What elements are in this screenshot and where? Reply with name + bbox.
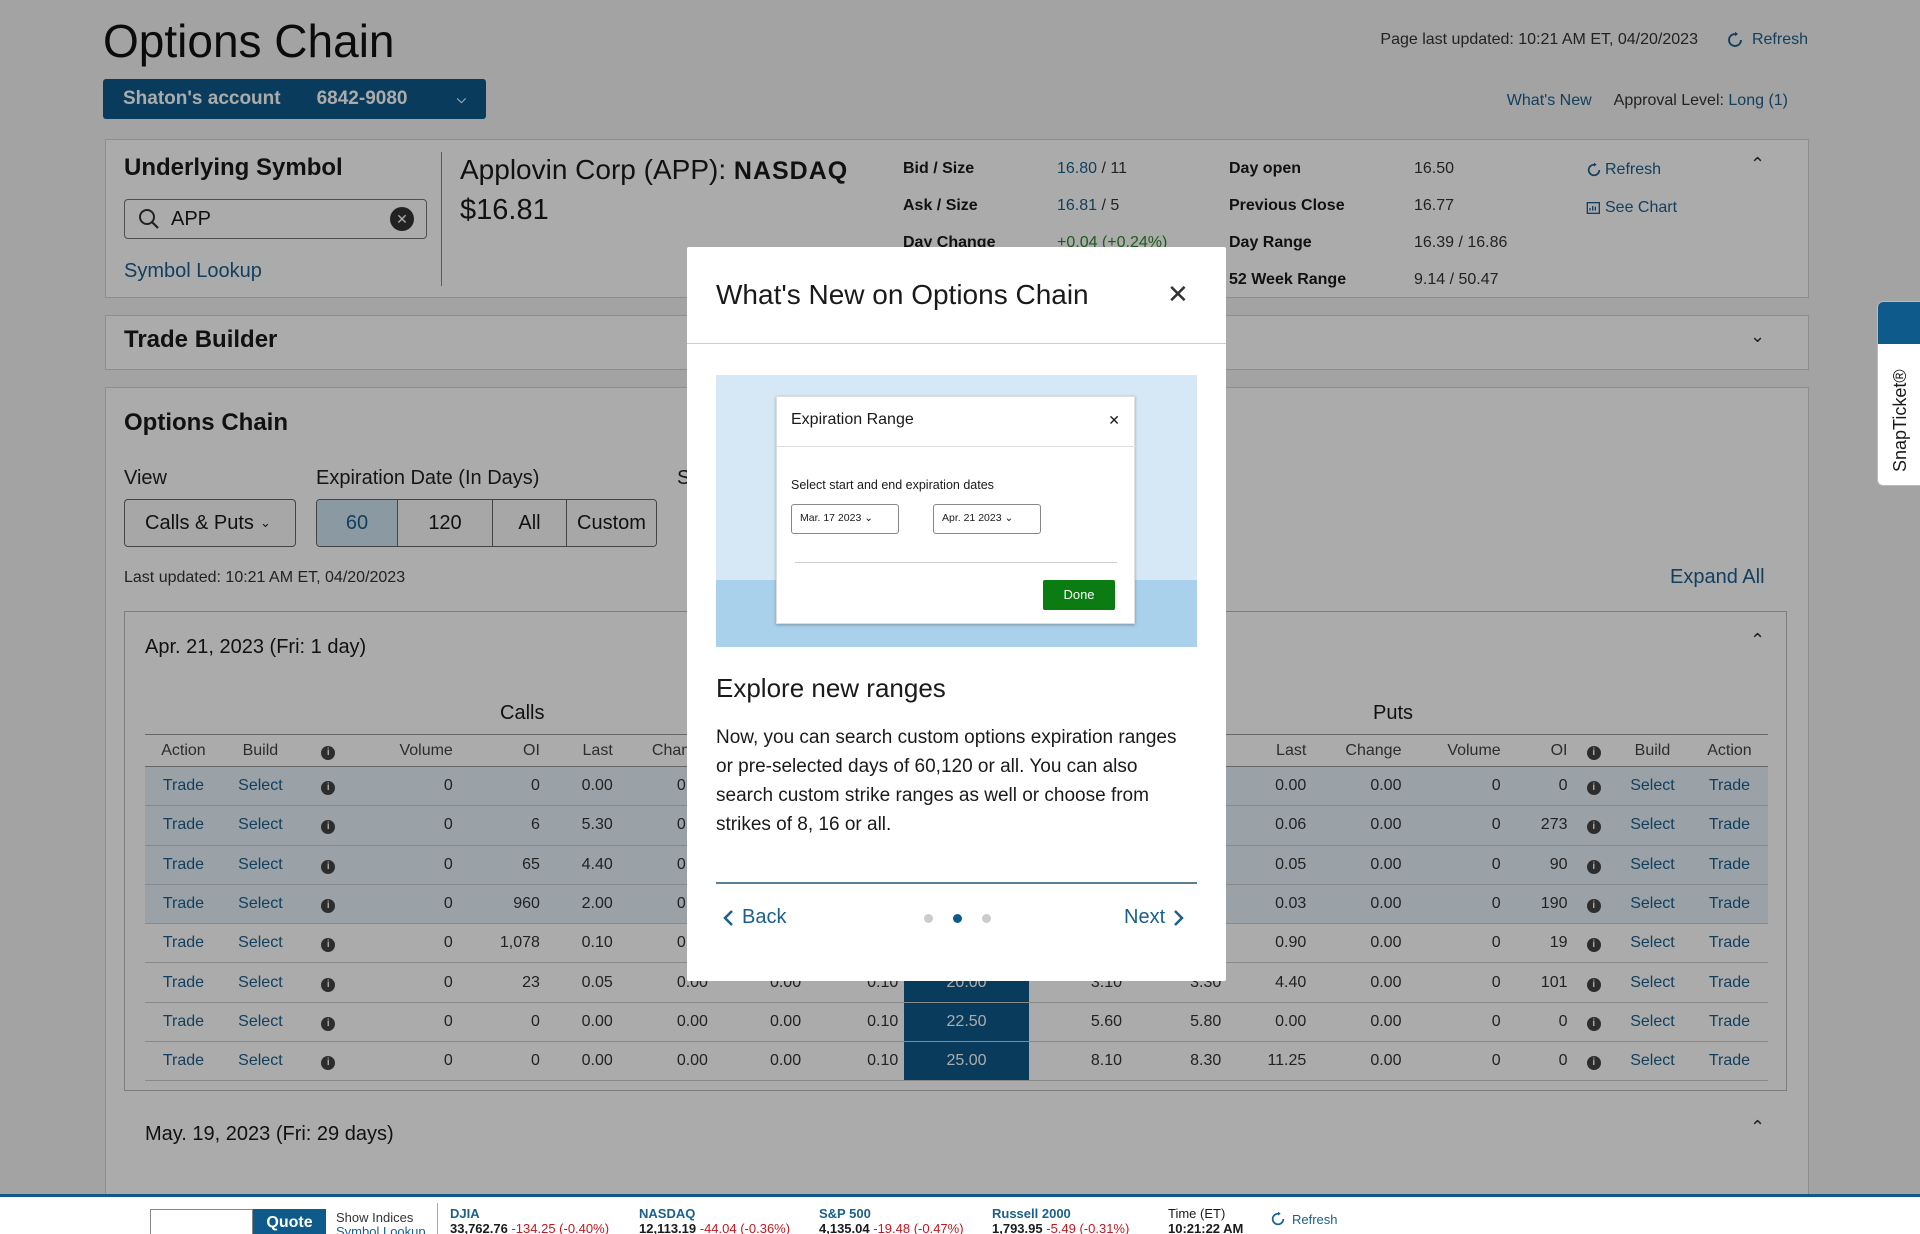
next-label: Next xyxy=(1124,906,1166,928)
ticker-symbol-lookup[interactable]: Symbol Lookup xyxy=(336,1224,426,1234)
whats-new-modal: What's New on Options Chain ✕ Expiration… xyxy=(687,247,1226,981)
illustration-subtitle: Select start and end expiration dates xyxy=(791,478,994,492)
divider xyxy=(687,343,1226,344)
quote-input[interactable] xyxy=(150,1209,253,1234)
ticker-refresh-label: Refresh xyxy=(1292,1211,1338,1227)
modal-heading: Explore new ranges xyxy=(716,673,946,703)
divider xyxy=(777,446,1136,447)
index-djia[interactable]: DJIA 33,762.76 -134.25 (-0.40%) xyxy=(450,1206,609,1234)
chevron-down-icon: ⌄ xyxy=(1004,512,1014,524)
illustration-done-button: Done xyxy=(1043,580,1115,610)
snapticket-tab[interactable]: SnapTicket® xyxy=(1877,301,1920,486)
illustration-dialog: Expiration Range ✕ Select start and end … xyxy=(776,396,1136,624)
illustration-end-date: Apr. 21 2023 ⌄ xyxy=(933,504,1041,534)
back-button[interactable]: Back xyxy=(722,906,786,929)
quote-button[interactable]: Quote xyxy=(253,1209,326,1234)
pagination-dot[interactable] xyxy=(982,914,991,923)
index-russell[interactable]: Russell 2000 1,793.95 -5.49 (-0.31%) xyxy=(992,1206,1129,1234)
back-label: Back xyxy=(742,906,787,928)
close-icon[interactable]: ✕ xyxy=(1167,281,1189,307)
refresh-icon xyxy=(1271,1211,1285,1226)
chevron-down-icon: ⌄ xyxy=(864,512,874,524)
chevron-left-icon xyxy=(723,909,733,926)
pagination-dot[interactable] xyxy=(953,914,962,923)
close-icon: ✕ xyxy=(1108,412,1120,428)
ticker-refresh-button[interactable]: Refresh xyxy=(1270,1211,1338,1227)
index-sp500[interactable]: S&P 500 4,135.04 -19.48 (-0.47%) xyxy=(819,1206,964,1234)
pagination-dot[interactable] xyxy=(924,914,933,923)
pagination-dots xyxy=(924,914,991,923)
modal-title: What's New on Options Chain xyxy=(716,279,1089,310)
divider xyxy=(716,882,1197,884)
show-indices-link[interactable]: Show Indices xyxy=(336,1210,413,1225)
next-button[interactable]: Next xyxy=(1124,906,1185,929)
index-nasdaq[interactable]: NASDAQ 12,113.19 -44.04 (-0.36%) xyxy=(639,1206,790,1234)
divider xyxy=(795,562,1117,563)
illustration-title: Expiration Range xyxy=(791,411,914,428)
chevron-right-icon xyxy=(1174,909,1184,926)
modal-body: Now, you can search custom options expir… xyxy=(716,727,1177,835)
divider xyxy=(437,1203,438,1234)
snapticket-bar xyxy=(1878,302,1920,344)
ticker-time: Time (ET) 10:21:22 AM xyxy=(1168,1206,1244,1234)
feature-illustration: Expiration Range ✕ Select start and end … xyxy=(716,375,1197,647)
ticker-bar: Quote Show Indices Symbol Lookup DJIA 33,… xyxy=(0,1194,1920,1234)
snapticket-label: SnapTicket® xyxy=(1890,369,1910,472)
illustration-start-date: Mar. 17 2023 ⌄ xyxy=(791,504,899,534)
